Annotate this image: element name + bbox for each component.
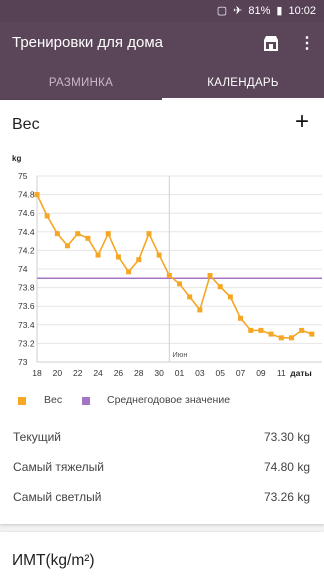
tab-calendar[interactable]: КАЛЕНДАРЬ xyxy=(162,66,324,100)
app-screen: ▢ ✈ 81% ▮ 10:02 Тренировки для дома ⋮ РА… xyxy=(0,0,324,576)
y-tick-label: 73.2 xyxy=(18,338,35,348)
weight-data-point xyxy=(95,252,101,258)
weight-card-title: Вес xyxy=(12,116,40,133)
weight-data-point xyxy=(227,294,233,300)
y-tick-label: 74 xyxy=(18,264,28,274)
tab-warmup[interactable]: РАЗМИНКА xyxy=(0,66,162,100)
weight-data-point xyxy=(44,213,50,219)
legend-swatch-average xyxy=(82,397,90,405)
weight-data-point xyxy=(207,273,213,279)
weight-data-point xyxy=(299,327,305,333)
stat-current-label: Текущий xyxy=(13,430,61,444)
stat-heaviest: Самый тяжелый 74.80 kg xyxy=(0,458,324,478)
x-tick-label: 09 xyxy=(256,368,266,378)
x-tick-label: 07 xyxy=(236,368,246,378)
weight-data-point xyxy=(34,192,40,198)
y-tick-label: 73.8 xyxy=(18,283,35,293)
app-title: Тренировки для дома xyxy=(12,34,163,51)
bmi-card-title: ИМТ(kg/m²) xyxy=(12,552,95,569)
y-tick-label: 73.6 xyxy=(18,301,35,311)
x-tick-label: 20 xyxy=(53,368,63,378)
x-tick-label: 30 xyxy=(154,368,164,378)
weight-data-point xyxy=(177,281,182,287)
weight-data-point xyxy=(136,257,142,263)
tab-bar: РАЗМИНКА КАЛЕНДАРЬ xyxy=(0,66,324,100)
weight-data-point xyxy=(156,252,162,258)
weight-data-point xyxy=(126,269,132,275)
x-tick-label: 01 xyxy=(175,368,185,378)
legend-label-average: Среднегодовое значение xyxy=(107,394,231,406)
weight-chart: Июн 75 74.8 74.6 74.4 74.2 74 73.8 73.6 73.4 73.2… xyxy=(18,171,322,378)
x-tick-label: 05 xyxy=(215,368,225,378)
weight-data-point xyxy=(288,335,294,341)
weight-data-point xyxy=(248,327,254,333)
weight-data-point xyxy=(85,235,91,241)
stat-lightest: Самый светлый 73.26 kg xyxy=(0,488,324,508)
x-tick-label: 28 xyxy=(134,368,144,378)
store-icon[interactable] xyxy=(260,32,282,54)
weight-data-point xyxy=(105,231,111,237)
weight-data-point xyxy=(278,335,284,341)
x-axis-label: даты xyxy=(290,368,312,378)
sim-icon: ▢ xyxy=(216,4,228,17)
stat-heaviest-label: Самый тяжелый xyxy=(13,460,105,474)
stat-heaviest-value: 74.80 kg xyxy=(263,460,310,474)
stat-lightest-label: Самый светлый xyxy=(13,490,102,504)
y-tick-label: 73.4 xyxy=(18,320,35,330)
stat-current-value: 73.30 kg xyxy=(263,430,310,444)
bmi-card: ИМТ(kg/m²) xyxy=(0,532,324,576)
chart-legend: Вес Среднегодовое значение xyxy=(0,390,324,412)
weight-data-point xyxy=(65,243,71,249)
weight-card: Вес + kg Июн 75 74.8 74.6 74.4 74.2 74 73.8 73.… xyxy=(0,100,324,524)
weight-data-point xyxy=(268,331,274,337)
app-toolbar: Тренировки для дома ⋮ xyxy=(0,22,324,66)
y-tick-label: 74.6 xyxy=(18,208,35,218)
weight-data-point xyxy=(309,331,315,337)
y-tick-label: 75 xyxy=(18,171,28,181)
weight-data-point xyxy=(197,307,203,313)
weight-data-point xyxy=(166,273,172,279)
weight-data-point xyxy=(75,231,81,237)
y-tick-label: 73 xyxy=(18,357,28,367)
x-tick-label: 11 xyxy=(277,368,286,378)
legend-swatch-weight xyxy=(18,397,26,405)
y-tick-label: 74.8 xyxy=(18,190,35,200)
stat-lightest-value: 73.26 kg xyxy=(263,490,310,504)
weight-data-point xyxy=(238,315,244,321)
weight-data-point xyxy=(217,284,223,290)
x-tick-label: 22 xyxy=(73,368,83,378)
status-bar: ▢ ✈ 81% ▮ 10:02 xyxy=(0,0,324,22)
month-label: Июн xyxy=(172,350,187,359)
y-tick-label: 74.2 xyxy=(18,245,35,255)
more-vert-icon[interactable]: ⋮ xyxy=(296,32,318,54)
weight-data-point xyxy=(258,327,264,333)
weight-data-point xyxy=(54,231,60,237)
weight-data-point xyxy=(187,294,193,300)
y-tick-label: 74.4 xyxy=(18,227,35,237)
x-tick-label: 03 xyxy=(195,368,205,378)
weight-data-point xyxy=(115,254,121,260)
battery-level: 81% xyxy=(248,5,271,17)
legend-label-weight: Вес xyxy=(44,394,63,406)
weight-data-point xyxy=(146,231,152,237)
add-weight-button[interactable]: + xyxy=(290,110,314,134)
x-tick-label: 26 xyxy=(114,368,124,378)
weight-series-line xyxy=(36,194,313,339)
airplane-mode-icon: ✈ xyxy=(233,4,243,17)
x-tick-label: 18 xyxy=(32,368,42,378)
stat-current: Текущий 73.30 kg xyxy=(0,428,324,448)
battery-icon: ▮ xyxy=(276,4,283,17)
clock: 10:02 xyxy=(288,5,316,17)
x-tick-label: 24 xyxy=(93,368,103,378)
